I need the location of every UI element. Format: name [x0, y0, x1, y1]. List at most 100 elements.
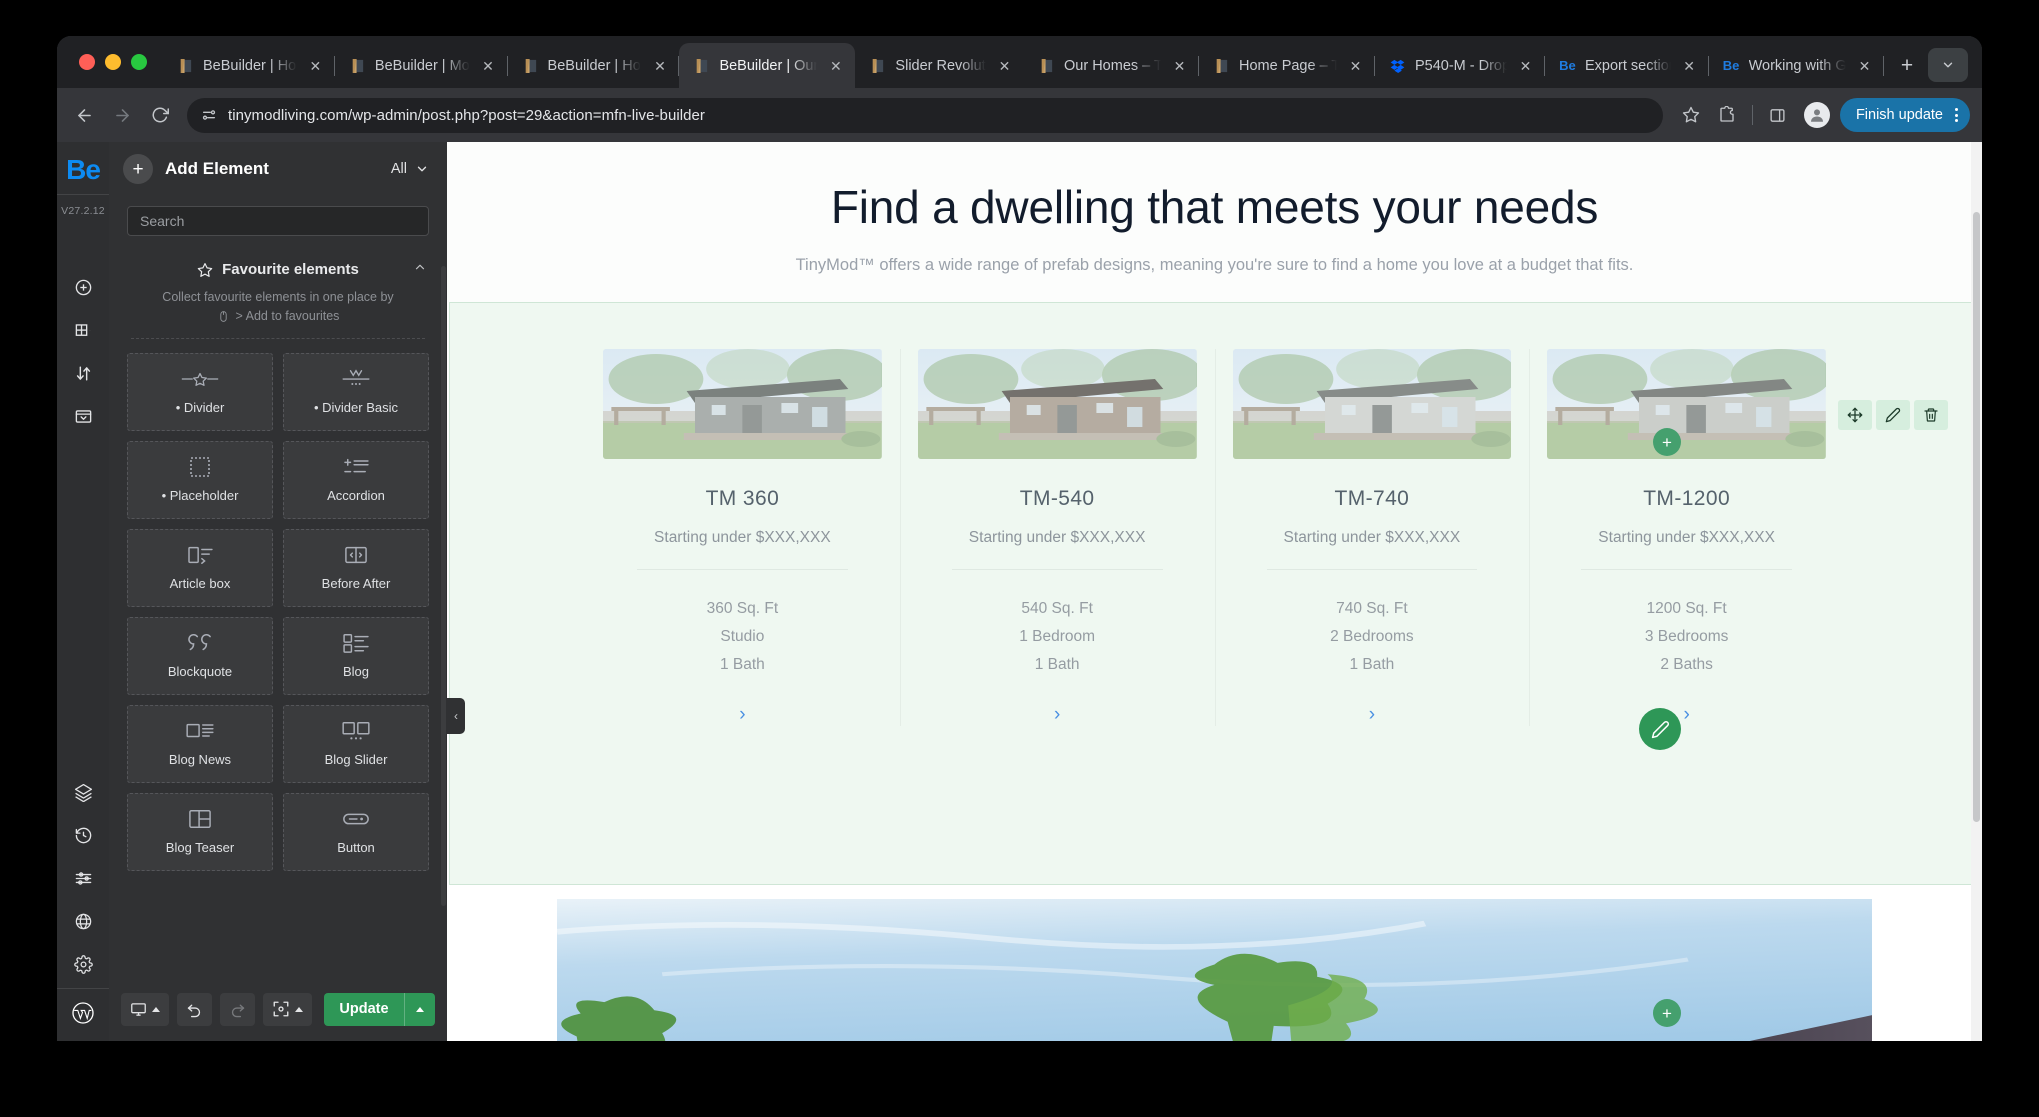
add-circle-icon[interactable] — [63, 267, 103, 307]
close-window-button[interactable] — [79, 54, 95, 70]
gear-icon[interactable] — [63, 944, 103, 984]
tab-list-chevron-down-icon[interactable] — [1928, 48, 1968, 82]
browser-tab[interactable]: Home Page – Tiny ✕ — [1199, 43, 1375, 88]
element-filter-dropdown[interactable]: All — [391, 161, 429, 177]
panel-scrollbar[interactable] — [441, 266, 446, 906]
device-preview-button[interactable] — [121, 992, 169, 1026]
panel-collapse-handle[interactable]: ‹ — [447, 698, 465, 734]
close-tab-icon[interactable]: ✕ — [1346, 56, 1365, 75]
home-card-baths: 2 Baths — [1660, 656, 1713, 673]
browser-tab[interactable]: BeBuilder | Our Ho ✕ — [679, 43, 856, 88]
browser-tab[interactable]: Be Working with Glob ✕ — [1709, 43, 1884, 88]
browser-tab[interactable]: BeBuilder | Model ✕ — [335, 43, 508, 88]
chevron-up-icon[interactable] — [413, 260, 427, 279]
element-card[interactable]: Blog Slider — [283, 704, 429, 783]
wordpress-dashboard-link[interactable] — [57, 988, 109, 1041]
browser-tab[interactable]: BeBuilder | Home ✕ — [508, 43, 680, 88]
update-button[interactable]: Update — [324, 992, 435, 1026]
home-card-chevron-right-icon[interactable]: › — [603, 704, 882, 726]
undo-button[interactable] — [177, 992, 212, 1026]
globe-icon[interactable] — [63, 901, 103, 941]
browser-tab[interactable]: Be Export section – ✕ — [1545, 43, 1709, 88]
element-card[interactable]: Accordion — [283, 440, 429, 519]
search-input[interactable]: Search — [127, 206, 429, 236]
bottom-image-section[interactable] — [447, 885, 1982, 1041]
move-icon — [1847, 407, 1863, 423]
close-tab-icon[interactable]: ✕ — [1170, 56, 1189, 75]
page-scrollbar-thumb[interactable] — [1973, 212, 1980, 822]
home-card[interactable]: TM-740 Starting under $XXX,XXX 740 Sq. Ft 2… — [1214, 349, 1530, 726]
home-card-chevron-right-icon[interactable]: › — [1233, 704, 1512, 726]
preview-button[interactable] — [263, 992, 312, 1026]
browser-tab[interactable]: Slider Revolution ✕ — [855, 43, 1024, 88]
close-tab-icon[interactable]: ✕ — [826, 56, 845, 75]
side-panel-icon[interactable] — [1762, 99, 1794, 131]
bebuilder-icon — [349, 57, 366, 74]
forward-button[interactable] — [105, 98, 139, 132]
import-icon[interactable] — [63, 396, 103, 436]
element-card[interactable]: Blog — [283, 616, 429, 695]
close-tab-icon[interactable]: ✕ — [1680, 56, 1699, 75]
maximize-window-button[interactable] — [131, 54, 147, 70]
edit-element-fab[interactable] — [1639, 708, 1681, 750]
back-button[interactable] — [67, 98, 101, 132]
add-element-button[interactable]: + — [123, 154, 153, 184]
element-card[interactable]: Blockquote — [127, 616, 273, 695]
home-card[interactable]: TM 360 Starting under $XXX,XXX 360 Sq. Ft S… — [585, 349, 900, 726]
home-card[interactable]: TM-540 Starting under $XXX,XXX 540 Sq. Ft 1… — [899, 349, 1215, 726]
history-icon[interactable] — [63, 815, 103, 855]
bebuilder-icon — [1038, 57, 1055, 74]
favourite-elements-header[interactable]: Favourite elements — [123, 261, 433, 278]
home-card[interactable]: TM-1200 Starting under $XXX,XXX 1200 Sq. F… — [1529, 349, 1844, 726]
element-card[interactable]: • Divider — [127, 352, 273, 431]
element-card-label: Blog Teaser — [165, 839, 235, 855]
redo-button[interactable] — [220, 992, 255, 1026]
extensions-icon[interactable] — [1711, 99, 1743, 131]
close-tab-icon[interactable]: ✕ — [995, 56, 1014, 75]
browser-tab[interactable]: P540-M - Dropbo ✕ — [1375, 43, 1545, 88]
reload-button[interactable] — [143, 98, 177, 132]
element-card[interactable]: Button — [283, 792, 429, 871]
website-canvas: Find a dwelling that meets your needs Ti… — [447, 142, 1982, 1041]
browser-tab[interactable]: BeBuilder | Home ✕ — [163, 43, 335, 88]
element-card[interactable]: • Placeholder — [127, 440, 273, 519]
browser-tab[interactable]: Our Homes – Tiny ✕ — [1024, 43, 1199, 88]
element-card[interactable]: Blog Teaser — [127, 792, 273, 871]
page-scrollbar[interactable] — [1971, 142, 1982, 1041]
add-section-bottom-button[interactable]: + — [1653, 999, 1681, 1027]
home-card-chevron-right-icon[interactable]: › — [1547, 704, 1826, 726]
avatar[interactable] — [1803, 102, 1830, 128]
more-options-icon[interactable] — [1949, 108, 1964, 122]
bookmark-star-icon[interactable] — [1675, 99, 1707, 131]
new-tab-button[interactable]: + — [1890, 49, 1924, 83]
element-card[interactable]: Article box — [127, 528, 273, 607]
layers-icon[interactable] — [63, 772, 103, 812]
trash-icon — [1924, 408, 1938, 422]
home-card-title: TM-540 — [1019, 487, 1095, 510]
element-card[interactable]: Blog News — [127, 704, 273, 783]
element-card[interactable]: Before After — [283, 528, 429, 607]
element-card-label: Blog Slider — [324, 751, 388, 767]
delete-section-button[interactable] — [1914, 400, 1948, 430]
site-settings-icon[interactable] — [201, 107, 217, 123]
homes-section[interactable]: TM 360 Starting under $XXX,XXX 360 Sq. Ft S… — [449, 302, 1980, 885]
edit-section-button[interactable] — [1876, 400, 1910, 430]
close-tab-icon[interactable]: ✕ — [1855, 56, 1874, 75]
close-tab-icon[interactable]: ✕ — [479, 56, 498, 75]
close-tab-icon[interactable]: ✕ — [1516, 56, 1535, 75]
toolbar-divider — [1751, 105, 1753, 125]
update-caret-up-icon[interactable] — [405, 1006, 435, 1012]
add-section-top-button[interactable]: + — [1653, 428, 1681, 456]
element-card[interactable]: • Divider Basic — [283, 352, 429, 431]
finish-update-button[interactable]: Finish update — [1839, 98, 1970, 132]
minimize-window-button[interactable] — [105, 54, 121, 70]
close-tab-icon[interactable]: ✕ — [650, 56, 669, 75]
move-section-button[interactable] — [1838, 400, 1872, 430]
close-tab-icon[interactable]: ✕ — [306, 56, 325, 75]
sort-updown-icon[interactable] — [63, 353, 103, 393]
element-card-label: • Divider Basic — [313, 399, 399, 415]
add-section-icon[interactable] — [63, 310, 103, 350]
address-bar[interactable]: tinymodliving.com/wp-admin/post.php?post… — [187, 97, 1663, 133]
sliders-icon[interactable] — [63, 858, 103, 898]
home-card-chevron-right-icon[interactable]: › — [918, 704, 1197, 726]
